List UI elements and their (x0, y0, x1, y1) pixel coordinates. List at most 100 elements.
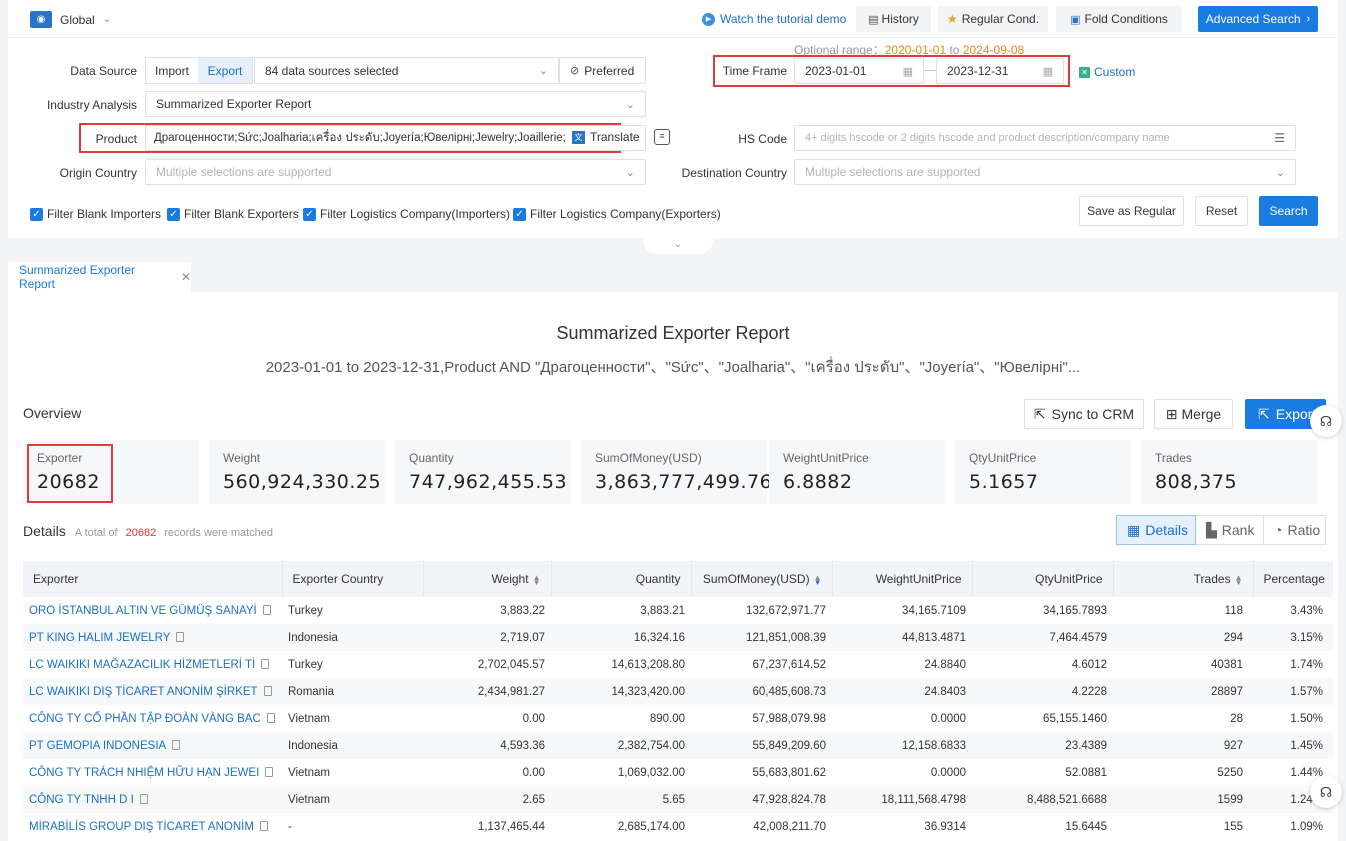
copy-icon[interactable] (139, 793, 148, 804)
filter-blank-exporters[interactable]: ✓ Filter Blank Exporters (167, 207, 299, 221)
copy-icon[interactable] (262, 604, 271, 615)
search-button[interactable]: Search (1259, 196, 1318, 226)
col-trades[interactable]: Trades ▲ ▼ (1113, 561, 1254, 597)
data-sources-select[interactable]: 84 data sources selected ⌄ (254, 57, 559, 84)
reset-button[interactable]: Reset (1195, 196, 1248, 226)
exporter-name-cell[interactable]: CÔNG TY TRÁCH NHIỆM HỮU HẠN JEWEI (23, 759, 282, 786)
filter-logistics-importers[interactable]: ✓ Filter Logistics Company(Importers) (303, 207, 510, 221)
origin-country-select[interactable]: Multiple selections are supported ⌄ (145, 159, 646, 185)
exporter-link[interactable]: CÔNG TY TNHH D I (29, 794, 134, 806)
exporter-link[interactable]: CÔNG TY TRÁCH NHIỆM HỮU HẠN JEWEI (29, 767, 259, 779)
table-cell: 67,237,614.52 (752, 658, 826, 671)
view-ratio-button[interactable]: ◔ Ratio (1264, 515, 1326, 545)
table-cell: 0.00 (522, 766, 545, 779)
list-icon[interactable]: ☰ (1274, 131, 1285, 145)
col-weight-unit-price[interactable]: WeightUnitPrice (832, 561, 973, 597)
filter-label: Filter Blank Exporters (184, 207, 299, 221)
exporter-name-cell[interactable]: CÔNG TY CỔ PHẦN TẬP ĐOÀN VÀNG BAC (23, 705, 282, 732)
table-cell: 24.8840 (924, 658, 966, 671)
scope-label: Global (60, 12, 95, 27)
sort-icon[interactable]: ▲ ▼ (1235, 573, 1243, 586)
exporter-name-cell[interactable]: MİRABİLİS GROUP DIŞ TİCARET ANONİM (23, 813, 282, 840)
exporter-name-cell[interactable]: ORO İSTANBUL ALTIN VE GÜMÜŞ SANAYİ (23, 597, 282, 624)
copy-icon[interactable] (176, 631, 185, 642)
import-option[interactable]: Import (146, 58, 198, 83)
history-button[interactable]: ▤ History (856, 6, 931, 32)
merge-button[interactable]: ⊞ Merge (1154, 399, 1233, 429)
col-weight[interactable]: Weight ▲ ▼ (423, 561, 552, 597)
date-end-input[interactable]: 2023-12-31 ▦ (936, 58, 1064, 84)
regular-cond-label: Regular Cond. (961, 12, 1040, 26)
table-cell: 24.8403 (832, 678, 972, 705)
filter-logistics-exporters[interactable]: ✓ Filter Logistics Company(Exporters) (513, 207, 721, 221)
copy-icon[interactable] (261, 658, 270, 669)
stat-value: 6.8882 (783, 471, 853, 493)
checkbox-checked-icon[interactable]: ✓ (303, 207, 316, 221)
headset-icon[interactable]: ☊ (1310, 776, 1342, 808)
exporter-link[interactable]: ORO İSTANBUL ALTIN VE GÜMÜŞ SANAYİ (29, 605, 257, 617)
exporter-link[interactable]: LC WAIKIKI MAĞAZACILIK HİZMETLERİ Tİ (29, 659, 255, 671)
copy-icon[interactable] (265, 766, 274, 777)
checkbox-checked-icon[interactable]: ✓ (30, 207, 43, 221)
tutorial-link[interactable]: ▶ Watch the tutorial demo (702, 12, 846, 26)
custom-icon: ✕ (1079, 66, 1090, 78)
col-exporter-country[interactable]: Exporter Country (282, 561, 424, 597)
destination-country-select[interactable]: Multiple selections are supported ⌄ (794, 159, 1296, 185)
copy-icon[interactable] (259, 820, 268, 831)
hs-code-input[interactable]: 4+ digits hscode or 2 digits hscode and … (794, 125, 1296, 151)
exporter-name-cell[interactable]: CÔNG TY TNHH D I (23, 786, 282, 813)
exporter-name-cell[interactable]: LC WAIKIKI MAĞAZACILIK HİZMETLERİ Tİ (23, 651, 282, 678)
checkbox-checked-icon[interactable]: ✓ (513, 207, 526, 221)
table-cell: 4,593.36 (423, 732, 551, 759)
exporter-link[interactable]: MİRABİLİS GROUP DIŞ TİCARET ANONİM (29, 821, 254, 833)
copy-icon[interactable] (172, 739, 181, 750)
col-percentage[interactable]: Percentage (1253, 561, 1333, 597)
table-cell: Vietnam (282, 786, 423, 813)
product-options-icon[interactable]: ≡ (654, 129, 670, 145)
table-cell: 42,008,211.70 (753, 820, 826, 833)
advanced-search-button[interactable]: Advanced Search › (1198, 6, 1318, 32)
custom-label: Custom (1094, 65, 1136, 79)
col-exporter[interactable]: Exporter (23, 561, 283, 597)
table-row: CÔNG TY CỔ PHẦN TẬP ĐOÀN VÀNG BAC Vietnam… (23, 705, 1333, 732)
industry-select[interactable]: Summarized Exporter Report ⌄ (145, 91, 646, 117)
headset-icon[interactable]: ☊ (1310, 405, 1342, 437)
sort-icon[interactable]: ▲ ▼ (814, 573, 822, 586)
exporter-name-cell[interactable]: LC WAIKIKI DIŞ TİCARET ANONİM ŞİRKET (23, 678, 282, 705)
collapse-toggle[interactable]: ⌄ (643, 238, 713, 254)
exporter-name-cell[interactable]: PT GEMOPIA INDONESIA (23, 732, 282, 759)
filter-label: Filter Logistics Company(Exporters) (530, 207, 721, 221)
custom-link[interactable]: ✕ Custom (1079, 65, 1135, 79)
sync-to-crm-button[interactable]: ⇱ Sync to CRM (1024, 399, 1144, 429)
sort-icon[interactable]: ▲ ▼ (533, 573, 541, 586)
table-cell: 16,324.16 (551, 624, 691, 651)
close-icon[interactable]: ✕ (181, 270, 191, 284)
save-as-regular-button[interactable]: Save as Regular (1079, 196, 1184, 226)
exporter-link[interactable]: LC WAIKIKI DIŞ TİCARET ANONİM ŞİRKET (29, 686, 258, 698)
date-start-input[interactable]: 2023-01-01 ▦ (794, 58, 924, 84)
exporter-link[interactable]: CÔNG TY CỔ PHẦN TẬP ĐOÀN VÀNG BAC (29, 713, 261, 725)
preferred-button[interactable]: ⊘ Preferred (559, 57, 646, 84)
table-cell: 44,813.4871 (832, 624, 972, 651)
col-sum-of-money[interactable]: SumOfMoney(USD) ▲ ▼ (691, 561, 833, 597)
translate-button[interactable]: 文 Translate (570, 130, 640, 144)
view-details-button[interactable]: ▦ Details (1116, 515, 1196, 545)
stat-label: Quantity (409, 451, 454, 465)
tab-summarized-exporter-report[interactable]: Summarized Exporter Report ✕ (8, 262, 191, 292)
view-rank-button[interactable]: ▙ Rank (1196, 515, 1264, 545)
export-option[interactable]: Export (198, 58, 252, 83)
filter-blank-importers[interactable]: ✓ Filter Blank Importers (30, 207, 161, 221)
copy-icon[interactable] (266, 712, 275, 723)
scope-selector[interactable]: ◉ Global ⌄ (30, 11, 111, 28)
col-qty-unit-price[interactable]: QtyUnitPrice (972, 561, 1114, 597)
exporter-name-cell[interactable]: PT KING HALIM JEWELRY (23, 624, 282, 651)
exporter-link[interactable]: PT GEMOPIA INDONESIA (29, 740, 166, 752)
fold-conditions-button[interactable]: ▣ Fold Conditions (1056, 6, 1182, 32)
regular-cond-button[interactable]: ★ Regular Cond. (938, 6, 1048, 32)
copy-icon[interactable] (263, 685, 272, 696)
checkbox-checked-icon[interactable]: ✓ (167, 207, 180, 221)
merge-icon: ⊞ (1165, 405, 1178, 422)
exporter-link[interactable]: PT KING HALIM JEWELRY (29, 632, 170, 644)
table-cell: 3,883.21 (640, 604, 685, 617)
col-quantity[interactable]: Quantity (551, 561, 692, 597)
